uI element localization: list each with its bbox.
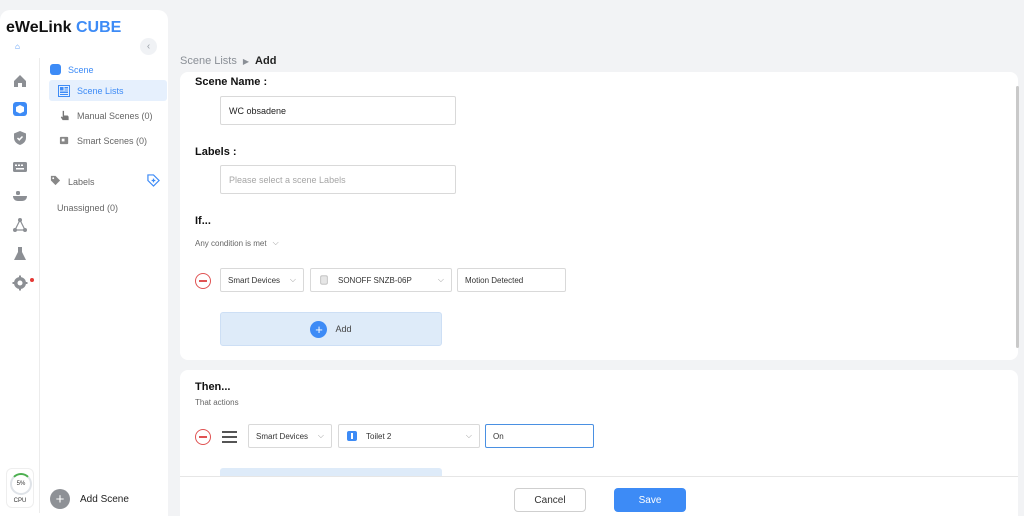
caret-right-icon: ▶ [242, 56, 250, 66]
breadcrumb: Scene Lists ▶ Add [180, 55, 276, 67]
chevron-down-icon: ⌵ [272, 238, 279, 247]
nav-section-label: Scene [68, 64, 94, 75]
gear-icon[interactable] [11, 274, 29, 292]
cancel-button[interactable]: Cancel [514, 488, 586, 512]
add-condition-button[interactable]: + Add [220, 312, 442, 346]
if-title: If... [195, 215, 211, 227]
cpu-value: 5% [10, 473, 32, 495]
nav-item-label: Scene Lists [77, 85, 124, 96]
chevron-down-icon: ⌵ [289, 275, 296, 284]
shield-icon[interactable] [11, 129, 29, 147]
cpu-label: CPU [13, 498, 27, 504]
add-label-icon[interactable] [147, 174, 160, 189]
add-condition-label: Add [335, 324, 352, 334]
remove-condition-button[interactable] [195, 273, 211, 289]
condition-type-select[interactable]: Smart Devices ⌵ [220, 268, 304, 292]
scene-name-title: Scene Name : [195, 76, 268, 88]
network-icon[interactable] [11, 216, 29, 234]
icon-rail [0, 58, 40, 513]
chevron-down-icon: ⌵ [465, 431, 472, 440]
smart-scene-icon [58, 135, 70, 147]
labels-title: Labels : [195, 146, 237, 158]
condition-type-value: Smart Devices [228, 275, 281, 285]
grid-icon [58, 84, 70, 97]
chevron-down-icon: ⌵ [437, 275, 444, 284]
form-footer: Cancel Save [180, 476, 1018, 516]
sensor-icon [318, 274, 330, 286]
labels-select[interactable]: Please select a scene Labels [220, 165, 456, 194]
then-subtitle: That actions [195, 398, 239, 407]
home-icon[interactable] [11, 72, 29, 90]
condition-state-select[interactable]: Motion Detected [457, 268, 566, 292]
switch-icon [346, 430, 358, 442]
labels-title: Labels [68, 176, 95, 187]
sidebar: eWeLink CUBE ⌂ ‹ 5% CPU Scene Scene List… [0, 10, 168, 516]
keyboard-icon[interactable] [11, 158, 29, 176]
brand-main: eWeLink [6, 19, 72, 36]
notification-dot [30, 278, 34, 282]
action-state-value: On [493, 431, 504, 441]
nav-item-manual-scenes[interactable]: Manual Scenes (0) [49, 105, 167, 126]
bathtub-icon[interactable] [11, 187, 29, 205]
remove-action-button[interactable] [195, 429, 211, 445]
hub-icon: ⌂ [15, 42, 20, 51]
scrollbar[interactable] [1016, 86, 1019, 348]
plus-icon: + [50, 489, 70, 509]
action-device-select[interactable]: Toilet 2 ⌵ [338, 424, 480, 448]
add-scene-label: Add Scene [80, 493, 129, 505]
tag-icon [50, 175, 61, 188]
condition-state-value: Motion Detected [465, 275, 524, 285]
drag-handle-icon[interactable] [222, 431, 237, 443]
add-scene-button[interactable]: + Add Scene [50, 489, 129, 509]
condition-device-select[interactable]: SONOFF SNZB-06P ⌵ [310, 268, 452, 292]
nav-item-smart-scenes[interactable]: Smart Scenes (0) [49, 130, 167, 151]
then-title: Then... [195, 381, 231, 393]
scene-icon [50, 64, 61, 75]
action-device-value: Toilet 2 [366, 431, 392, 441]
collapse-sidebar-button[interactable]: ‹ [140, 38, 157, 55]
action-type-value: Smart Devices [256, 431, 309, 441]
condition-device-value: SONOFF SNZB-06P [338, 275, 412, 285]
condition-mode-label: Any condition is met [195, 238, 267, 248]
nav-item-label: Manual Scenes (0) [77, 110, 153, 121]
scene-form-card: Scene Name : WC obsadene Labels : Please… [180, 72, 1018, 360]
action-type-select[interactable]: Smart Devices ⌵ [248, 424, 332, 448]
nav-item-scene-lists[interactable]: Scene Lists [49, 80, 167, 101]
labels-section: Labels [50, 174, 160, 189]
plus-icon: + [310, 320, 328, 338]
flask-icon[interactable] [11, 245, 29, 263]
save-button[interactable]: Save [614, 488, 686, 512]
action-state-select[interactable]: On [485, 424, 594, 448]
label-unassigned[interactable]: Unassigned (0) [57, 203, 118, 213]
cube-icon[interactable] [11, 100, 29, 118]
brand-accent: CUBE [75, 19, 122, 36]
hand-pointer-icon [58, 110, 70, 122]
cpu-indicator: 5% CPU [6, 468, 34, 508]
scene-name-input[interactable]: WC obsadene [220, 96, 456, 125]
breadcrumb-current: Add [255, 55, 277, 67]
app-logo: eWeLink CUBE [6, 19, 121, 37]
nav-item-label: Smart Scenes (0) [77, 135, 148, 146]
condition-mode-select[interactable]: Any condition is met ⌵ [195, 238, 279, 248]
chevron-down-icon: ⌵ [317, 431, 324, 440]
nav-section-scene: Scene [50, 64, 94, 75]
breadcrumb-parent[interactable]: Scene Lists [180, 55, 237, 67]
